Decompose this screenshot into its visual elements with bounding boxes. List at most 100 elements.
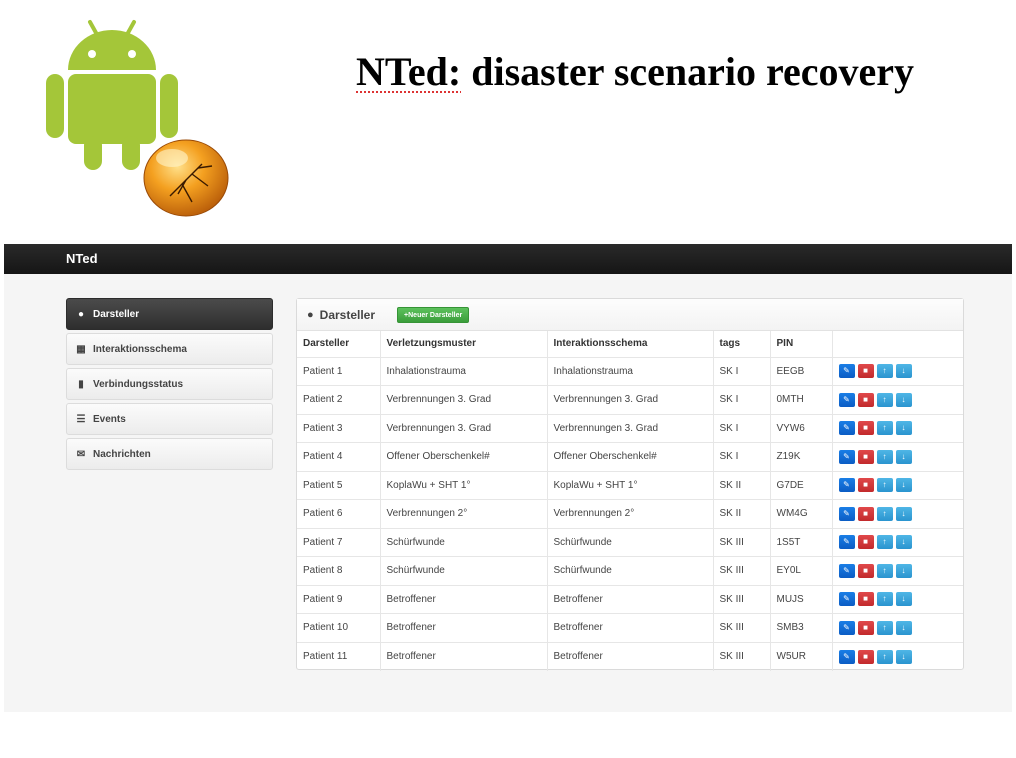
pin-cell: SMB3 bbox=[770, 613, 833, 643]
sidebar-item-label: Interaktionsschema bbox=[93, 343, 187, 355]
table-row: Patient 1 Inhalationstrauma Inhalationstra… bbox=[297, 357, 963, 386]
grid-icon: ▦ bbox=[76, 343, 86, 355]
edit-button[interactable]: ✎ bbox=[838, 563, 855, 578]
pin-cell: EEGB bbox=[770, 357, 833, 386]
delete-button[interactable]: ■ bbox=[857, 449, 874, 464]
move-down-button[interactable]: ↓ bbox=[895, 449, 912, 464]
edit-button[interactable]: ✎ bbox=[838, 449, 855, 464]
interaktionsschema-cell: Verbrennungen 2° bbox=[547, 499, 714, 529]
move-up-button[interactable]: ↑ bbox=[876, 535, 893, 550]
move-down-button[interactable]: ↓ bbox=[895, 535, 912, 550]
tags-cell: SK I bbox=[713, 442, 771, 472]
sidebar-item-verbindungsstatus[interactable]: ▮ Verbindungsstatus bbox=[66, 368, 273, 400]
darsteller-cell: Patient 3 bbox=[297, 414, 381, 443]
sidebar-item-interaktionsschema[interactable]: ▦ Interaktionsschema bbox=[66, 333, 273, 365]
table-header-row: Darsteller Verletzungsmuster Interaktion… bbox=[297, 331, 963, 358]
edit-button[interactable]: ✎ bbox=[838, 364, 855, 379]
row-actions: ✎ ■ ↑ ↓ bbox=[832, 528, 963, 557]
arrow-down-icon: ↓ bbox=[901, 537, 906, 547]
move-up-button[interactable]: ↑ bbox=[876, 364, 893, 379]
darsteller-cell: Patient 4 bbox=[297, 442, 381, 472]
edit-button[interactable]: ✎ bbox=[838, 535, 855, 550]
delete-button[interactable]: ■ bbox=[857, 563, 874, 578]
delete-button[interactable]: ■ bbox=[857, 478, 874, 493]
trash-icon: ■ bbox=[863, 366, 868, 376]
edit-button[interactable]: ✎ bbox=[838, 506, 855, 521]
move-up-button[interactable]: ↑ bbox=[876, 392, 893, 407]
pin-cell: G7DE bbox=[770, 471, 833, 500]
interaktionsschema-cell: Betroffener bbox=[547, 585, 714, 614]
tags-cell: SK III bbox=[713, 528, 771, 557]
move-down-button[interactable]: ↓ bbox=[895, 364, 912, 379]
edit-button[interactable]: ✎ bbox=[838, 392, 855, 407]
pin-cell: WM4G bbox=[770, 499, 833, 529]
edit-button[interactable]: ✎ bbox=[838, 478, 855, 493]
sidebar-item-nachrichten[interactable]: ✉ Nachrichten bbox=[66, 438, 273, 470]
delete-button[interactable]: ■ bbox=[857, 392, 874, 407]
slide-title: NTed: disaster scenario recovery bbox=[356, 44, 976, 100]
person-icon: ● bbox=[77, 308, 85, 320]
delete-button[interactable]: ■ bbox=[857, 649, 874, 664]
arrow-down-icon: ↓ bbox=[901, 394, 906, 404]
darsteller-cell: Patient 6 bbox=[297, 499, 381, 529]
move-up-button[interactable]: ↑ bbox=[876, 563, 893, 578]
move-up-button[interactable]: ↑ bbox=[876, 421, 893, 436]
move-up-button[interactable]: ↑ bbox=[876, 592, 893, 607]
move-up-button[interactable]: ↑ bbox=[876, 478, 893, 493]
move-down-button[interactable]: ↓ bbox=[895, 478, 912, 493]
move-down-button[interactable]: ↓ bbox=[895, 506, 912, 521]
arrow-up-icon: ↑ bbox=[882, 423, 887, 433]
delete-button[interactable]: ■ bbox=[857, 620, 874, 635]
arrow-down-icon: ↓ bbox=[901, 594, 906, 604]
darsteller-cell: Patient 1 bbox=[297, 357, 381, 386]
arrow-up-icon: ↑ bbox=[882, 565, 887, 575]
row-actions: ✎ ■ ↑ ↓ bbox=[832, 414, 963, 443]
pin-cell: VYW6 bbox=[770, 414, 833, 443]
delete-button[interactable]: ■ bbox=[857, 421, 874, 436]
table-row: Patient 8 Schürfwunde Schürfwunde SK III EY0… bbox=[297, 556, 963, 586]
brand[interactable]: NTed bbox=[66, 251, 98, 266]
darsteller-cell: Patient 8 bbox=[297, 556, 381, 586]
edit-icon: ✎ bbox=[843, 594, 850, 604]
sidebar-item-label: Verbindungsstatus bbox=[93, 378, 184, 390]
move-up-button[interactable]: ↑ bbox=[876, 620, 893, 635]
move-down-button[interactable]: ↓ bbox=[895, 649, 912, 664]
signal-icon: ▮ bbox=[78, 378, 84, 390]
edit-button[interactable]: ✎ bbox=[838, 649, 855, 664]
column-header: Interaktionsschema bbox=[547, 331, 714, 358]
row-actions: ✎ ■ ↑ ↓ bbox=[832, 642, 963, 671]
edit-button[interactable]: ✎ bbox=[838, 421, 855, 436]
column-header: Verletzungsmuster bbox=[380, 331, 548, 358]
delete-button[interactable]: ■ bbox=[857, 364, 874, 379]
envelope-icon: ✉ bbox=[76, 448, 86, 460]
sidebar-item-darsteller[interactable]: ● Darsteller bbox=[66, 298, 273, 330]
move-up-button[interactable]: ↑ bbox=[876, 649, 893, 664]
delete-button[interactable]: ■ bbox=[857, 592, 874, 607]
row-actions: ✎ ■ ↑ ↓ bbox=[832, 385, 963, 415]
interaktionsschema-cell: Betroffener bbox=[547, 642, 714, 671]
move-up-button[interactable]: ↑ bbox=[876, 506, 893, 521]
pin-cell: EY0L bbox=[770, 556, 833, 586]
edit-icon: ✎ bbox=[843, 451, 850, 461]
arrow-up-icon: ↑ bbox=[882, 451, 887, 461]
sidebar-item-events[interactable]: ☰ Events bbox=[66, 403, 273, 435]
delete-button[interactable]: ■ bbox=[857, 506, 874, 521]
move-up-button[interactable]: ↑ bbox=[876, 449, 893, 464]
arrow-up-icon: ↑ bbox=[882, 394, 887, 404]
edit-icon: ✎ bbox=[843, 480, 850, 490]
row-actions: ✎ ■ ↑ ↓ bbox=[832, 585, 963, 614]
move-down-button[interactable]: ↓ bbox=[895, 620, 912, 635]
new-darsteller-button[interactable]: +Neuer Darsteller bbox=[397, 306, 470, 323]
edit-button[interactable]: ✎ bbox=[838, 592, 855, 607]
move-down-button[interactable]: ↓ bbox=[895, 421, 912, 436]
move-down-button[interactable]: ↓ bbox=[895, 563, 912, 578]
move-down-button[interactable]: ↓ bbox=[895, 592, 912, 607]
delete-button[interactable]: ■ bbox=[857, 535, 874, 550]
interaktionsschema-cell: Verbrennungen 3. Grad bbox=[547, 414, 714, 443]
darsteller-table: Darsteller Verletzungsmuster Interaktion… bbox=[297, 331, 963, 671]
move-down-button[interactable]: ↓ bbox=[895, 392, 912, 407]
edit-button[interactable]: ✎ bbox=[838, 620, 855, 635]
darsteller-cell: Patient 9 bbox=[297, 585, 381, 614]
interaktionsschema-cell: Betroffener bbox=[547, 613, 714, 643]
trash-icon: ■ bbox=[863, 622, 868, 632]
